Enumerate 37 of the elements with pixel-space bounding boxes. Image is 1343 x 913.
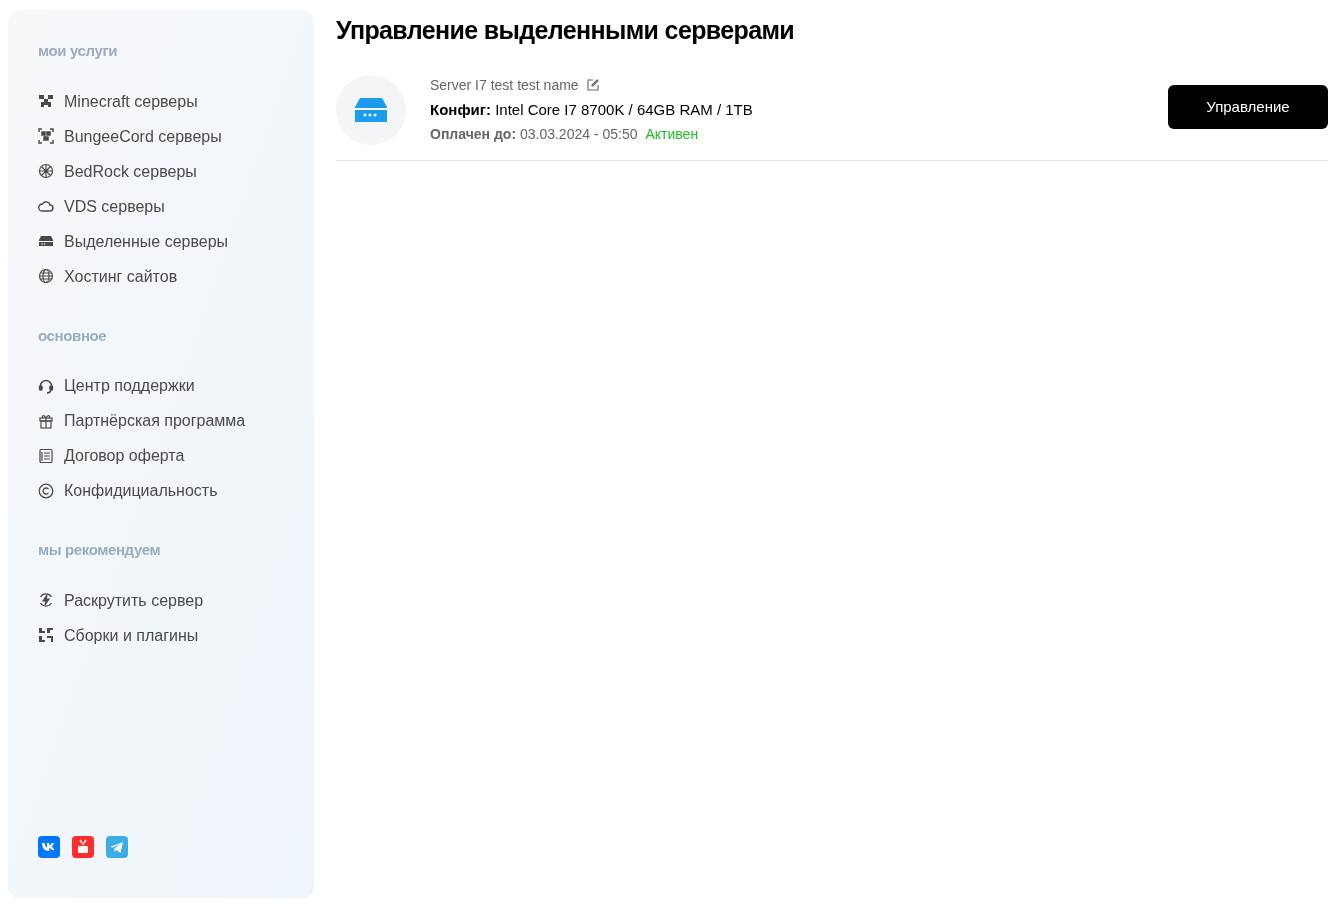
sidebar-item[interactable]: Договор оферта xyxy=(38,445,314,466)
paid-until-text: Оплачен до: 03.03.2024 - 05:50 xyxy=(430,125,638,144)
blocks-icon xyxy=(38,627,54,643)
creeper-icon xyxy=(38,93,54,109)
section-heading: мои услуги xyxy=(38,41,119,61)
vk-logo-icon[interactable] xyxy=(38,836,60,858)
sidebar-item[interactable]: VDS серверы xyxy=(38,195,314,217)
gift-icon xyxy=(38,412,54,429)
document-icon xyxy=(38,447,54,464)
section-heading: основное xyxy=(38,325,108,346)
sidebar-item[interactable]: Хостинг сайтов xyxy=(38,265,314,287)
edit-icon[interactable] xyxy=(586,79,599,91)
sidebar-item[interactable]: Сборки и плагины xyxy=(38,624,314,646)
sidebar-item[interactable]: Партнёрская программа xyxy=(38,410,314,431)
server-icon xyxy=(355,97,387,122)
manage-button[interactable]: Управление xyxy=(1168,84,1328,129)
server-icon xyxy=(38,233,54,249)
section-heading: мы рекомендуем xyxy=(38,540,162,560)
bolt-icon xyxy=(38,592,54,608)
paper-plane-icon[interactable] xyxy=(106,836,128,858)
cloud-icon xyxy=(38,198,54,214)
status-text: Активен xyxy=(645,125,699,144)
page-title: Управление выделенными серверами xyxy=(336,15,796,46)
sidebar-item[interactable]: Minecraft серверы xyxy=(38,90,314,112)
sidebar-item[interactable]: Выделенные серверы xyxy=(38,230,314,252)
copyright-icon xyxy=(38,482,54,499)
sidebar-item[interactable]: Конфидициальность xyxy=(38,480,314,501)
sidebar-item[interactable]: Раскрутить сервер xyxy=(38,589,314,611)
globe-icon xyxy=(38,268,54,284)
headset-icon xyxy=(38,377,54,394)
frame-icon xyxy=(38,128,54,144)
config-line: Конфиг: Intel Core I7 8700K / 64GB RAM / 1TB xyxy=(430,99,754,120)
sidebar-item[interactable]: BungeeCord серверы xyxy=(38,125,314,147)
sidebar-item[interactable]: Центр поддержки xyxy=(38,375,314,396)
server-name: Server I7 test test name xyxy=(430,75,579,95)
tv-icon[interactable] xyxy=(72,836,94,858)
sidebar-item[interactable]: BedRock серверы xyxy=(38,160,314,182)
